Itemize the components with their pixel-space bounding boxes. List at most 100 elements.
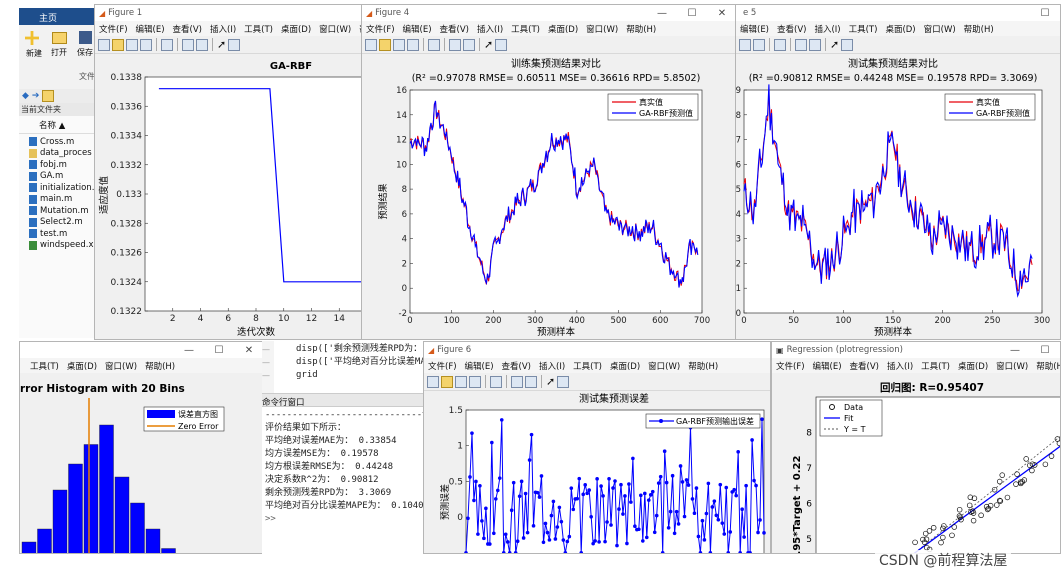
menu-item[interactable]: 插入(I) [206,23,240,35]
file-item[interactable]: initialization. [19,182,99,194]
menu-item[interactable]: 桌面(D) [277,23,315,35]
menu-item[interactable]: 窗口(W) [101,360,141,372]
open-button[interactable]: 打开 [49,31,69,58]
file-item[interactable]: windspeed.x [19,240,99,252]
back-arrow-icon[interactable]: ◆ [22,91,29,101]
minimize-button[interactable]: — [1000,345,1030,356]
colorbar-icon[interactable] [511,375,523,388]
save-icon[interactable] [455,375,467,388]
file-item[interactable]: Cross.m [19,136,99,148]
colorbar-icon[interactable] [795,38,807,51]
menu-item[interactable]: 查看(V) [773,23,810,35]
file-item[interactable]: fobj.m [19,159,99,171]
link-plot-icon[interactable] [428,38,440,51]
legend-icon[interactable] [525,375,537,388]
name-column-header[interactable]: 名称 ▲ [19,116,99,134]
menu-item[interactable]: 窗口(W) [582,23,622,35]
close-button[interactable]: ✕ [707,8,737,19]
menu-item[interactable]: 编辑(E) [736,23,773,35]
print-icon[interactable] [753,38,765,51]
menu-item[interactable]: 查看(V) [436,23,473,35]
property-editor-icon[interactable] [841,38,854,51]
menu-item[interactable]: 工具(T) [845,23,882,35]
minimize-button[interactable]: — [174,345,204,356]
up-folder-icon[interactable] [42,90,55,102]
print-icon[interactable] [469,375,481,388]
file-item[interactable]: Select2.m [19,217,99,229]
menu-item[interactable]: 插入(I) [535,360,569,372]
save-button[interactable]: 保存 [75,31,95,58]
menu-item[interactable]: 工具(T) [917,360,954,372]
file-item[interactable]: main.m [19,194,99,206]
link-plot-icon[interactable] [490,375,502,388]
menu-item[interactable]: 插入(I) [883,360,917,372]
menu-item[interactable]: 窗口(W) [644,360,684,372]
menu-item[interactable]: 查看(V) [498,360,535,372]
save-icon[interactable] [393,38,405,51]
menu-item[interactable]: 工具(T) [26,360,63,372]
maximize-button[interactable]: ☐ [677,8,707,19]
file-item[interactable]: Mutation.m [19,205,99,217]
legend-icon[interactable] [809,38,821,51]
new-figure-icon[interactable] [365,38,377,51]
menu-item[interactable]: 查看(V) [169,23,206,35]
forward-arrow-icon[interactable]: ➔ [32,91,40,101]
menu-item[interactable]: 插入(I) [810,23,844,35]
link-plot-icon[interactable] [774,38,786,51]
legend-icon[interactable] [463,38,475,51]
file-item[interactable]: data_proces [19,148,99,160]
new-figure-icon[interactable] [98,38,110,51]
property-editor-icon[interactable] [557,375,570,388]
minimize-button[interactable]: ☐ [1030,8,1060,19]
pointer-icon[interactable]: ➚ [484,38,493,51]
menu-item[interactable]: 窗口(W) [992,360,1032,372]
menu-item[interactable]: 工具(T) [569,360,606,372]
close-button[interactable]: ✕ [234,345,262,356]
maximize-button[interactable]: ☐ [1030,345,1060,356]
menu-item[interactable]: 桌面(D) [63,360,101,372]
menu-item[interactable]: 桌面(D) [954,360,992,372]
print-icon[interactable] [140,38,152,51]
home-tab[interactable]: 主页 [19,8,99,25]
save-icon[interactable] [126,38,138,51]
menu-item[interactable]: 窗口(W) [920,23,960,35]
link-plot-icon[interactable] [161,38,173,51]
open-file-icon[interactable] [112,38,124,51]
legend-icon[interactable] [196,38,208,51]
file-item[interactable]: test.m [19,228,99,240]
menu-item[interactable]: 编辑(E) [809,360,846,372]
minimize-button[interactable]: — [647,8,677,19]
save-icon[interactable] [739,38,751,51]
menu-item[interactable]: 窗口(W) [315,23,355,35]
menu-item[interactable]: 文件(F) [424,360,461,372]
menu-item[interactable]: 文件(F) [95,23,132,35]
menu-item[interactable]: 帮助(H) [960,23,998,35]
menu-item[interactable]: 帮助(H) [684,360,722,372]
property-editor-icon[interactable] [495,38,508,51]
open-file-icon[interactable] [379,38,391,51]
menu-item[interactable]: 帮助(H) [1032,360,1060,372]
file-item[interactable]: GA.m [19,171,99,183]
maximize-button[interactable]: ☐ [204,345,234,356]
menu-item[interactable]: 帮助(H) [141,360,179,372]
menu-item[interactable]: 工具(T) [507,23,544,35]
print-icon[interactable] [407,38,419,51]
command-prompt[interactable]: >> [262,513,426,526]
menu-item[interactable]: 插入(I) [473,23,507,35]
menu-item[interactable]: 文件(F) [362,23,399,35]
new-button[interactable]: 新建 [25,31,43,59]
menu-item[interactable]: 编辑(E) [132,23,169,35]
pointer-icon[interactable]: ➚ [546,375,555,388]
menu-item[interactable]: 工具(T) [240,23,277,35]
colorbar-icon[interactable] [182,38,194,51]
menu-item[interactable]: 桌面(D) [544,23,582,35]
menu-item[interactable]: 桌面(D) [606,360,644,372]
menu-item[interactable]: 帮助(H) [622,23,660,35]
open-file-icon[interactable] [441,375,453,388]
colorbar-icon[interactable] [449,38,461,51]
pointer-icon[interactable]: ➚ [830,38,839,51]
menu-item[interactable]: 编辑(E) [399,23,436,35]
new-figure-icon[interactable] [427,375,439,388]
pointer-icon[interactable]: ➚ [217,38,226,51]
menu-item[interactable]: 编辑(E) [461,360,498,372]
